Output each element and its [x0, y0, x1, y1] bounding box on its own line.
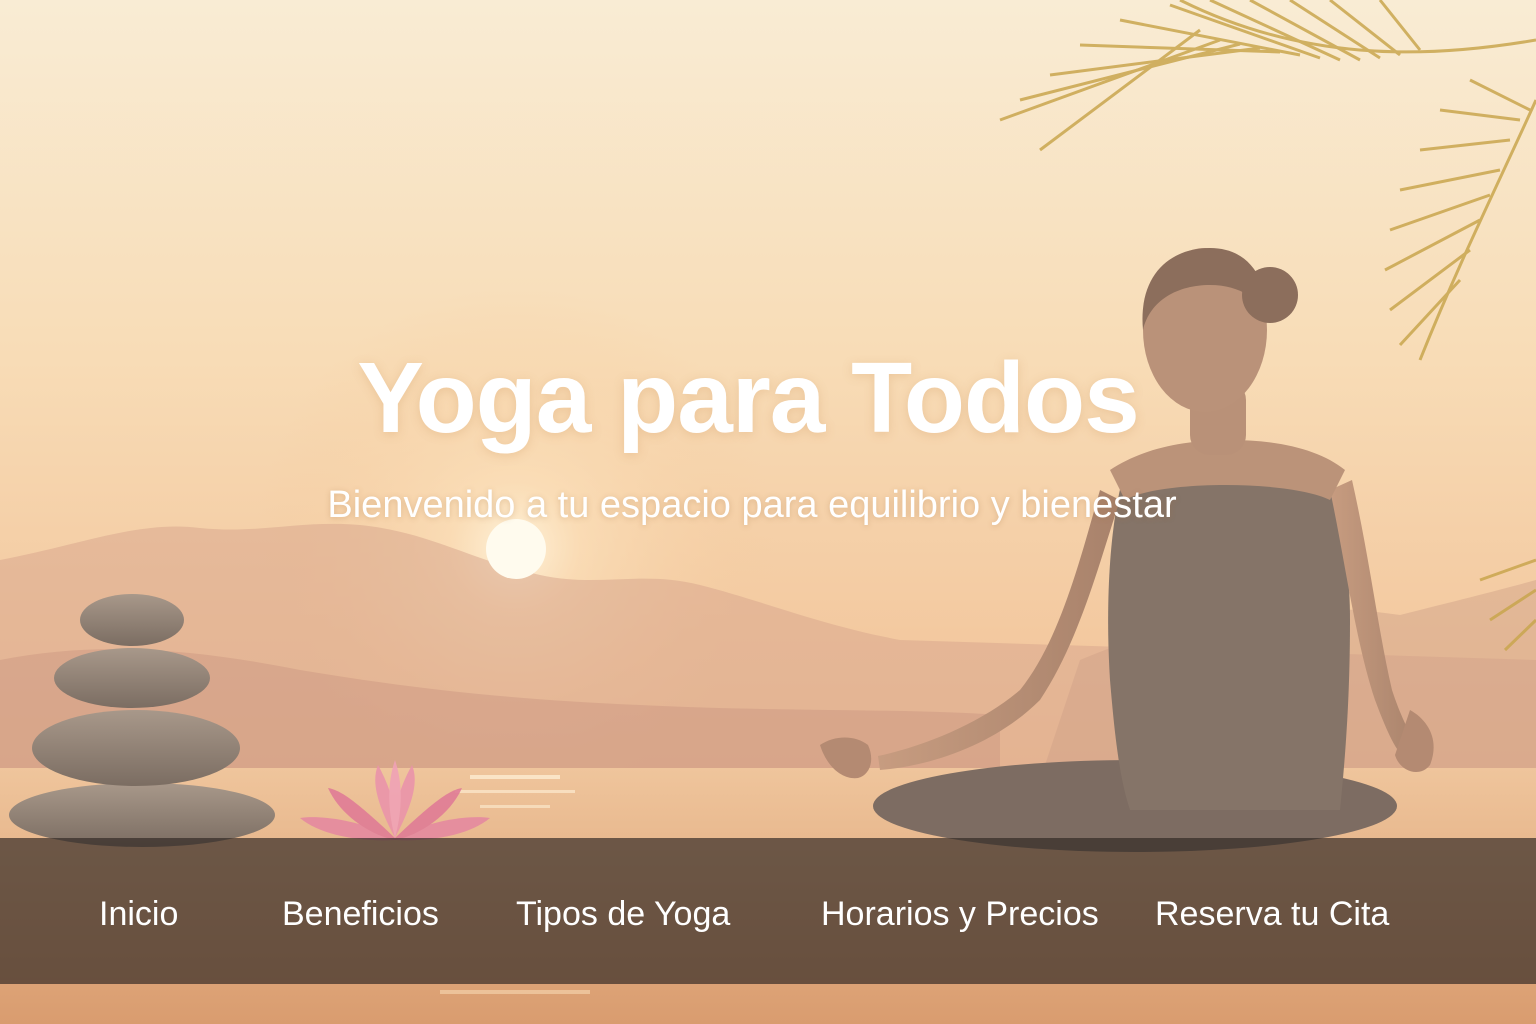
nav-item-tipos-de-yoga[interactable]: Tipos de Yoga	[516, 894, 730, 934]
nav-item-reserva-tu-cita[interactable]: Reserva tu Cita	[1155, 894, 1389, 934]
main-navigation: Inicio Beneficios Tipos de Yoga Horarios…	[0, 838, 1536, 984]
hero-subtitle: Bienvenido a tu espacio para equilibrio …	[327, 484, 1177, 526]
nav-item-beneficios[interactable]: Beneficios	[282, 894, 439, 934]
hero-title: Yoga para Todos	[357, 342, 1139, 454]
nav-item-horarios-y-precios[interactable]: Horarios y Precios	[821, 894, 1099, 934]
nav-item-inicio[interactable]: Inicio	[99, 894, 178, 934]
